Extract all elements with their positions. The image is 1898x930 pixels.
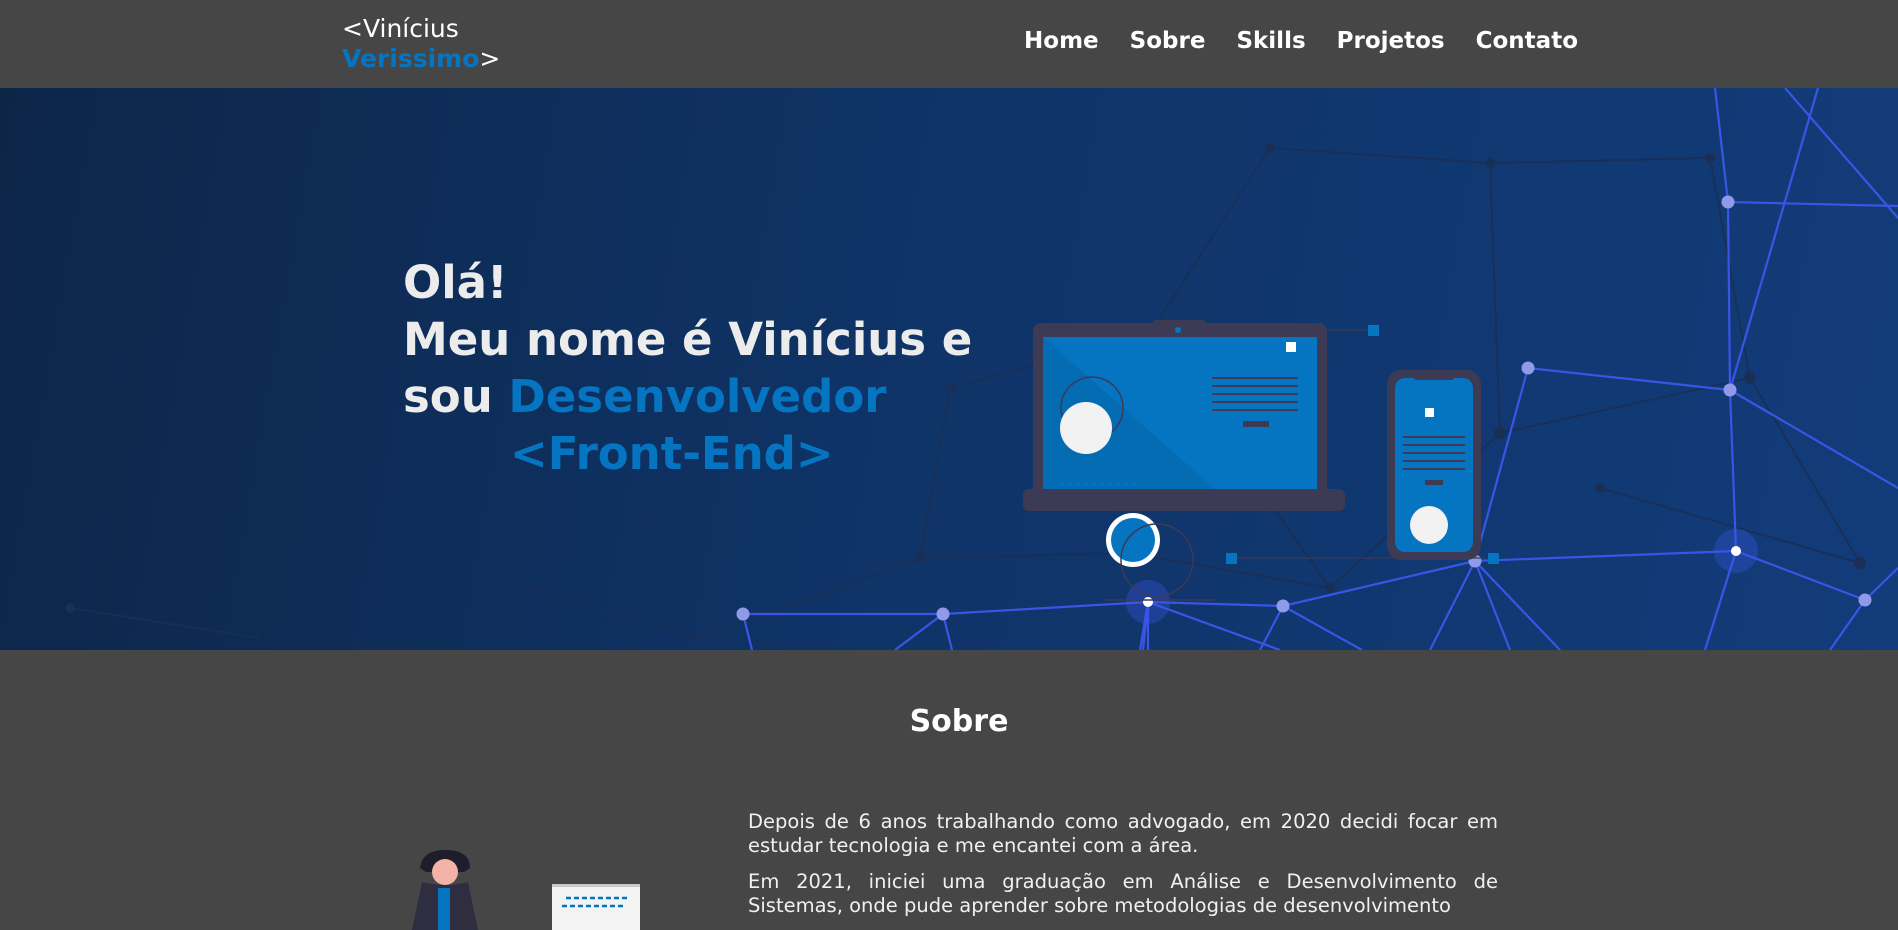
logo-accent: Verissimo — [342, 44, 480, 73]
hero-section: Olá! Meu nome é Vinícius e sou Desenvolv… — [0, 88, 1898, 650]
hero-name-line: Meu nome é Vinícius e — [403, 313, 973, 366]
hero-greeting: Olá! — [403, 256, 508, 309]
nav-skills[interactable]: Skills — [1236, 28, 1305, 54]
hero-role: Desenvolvedor — [508, 370, 887, 423]
nav-contato[interactable]: Contato — [1476, 28, 1578, 54]
devices-illustration — [1023, 320, 1499, 601]
hero-heading: Olá! Meu nome é Vinícius e sou Desenvolv… — [403, 254, 1003, 482]
hero-role-tag: <Front-End> — [510, 427, 834, 480]
hero-sou: sou — [403, 370, 509, 423]
about-text: Depois de 6 anos trabalhando como advoga… — [748, 810, 1498, 930]
nav-sobre[interactable]: Sobre — [1130, 28, 1206, 54]
top-navbar: <Vinícius Verissimo> Home Sobre Skills P… — [0, 0, 1898, 88]
about-paragraph: Depois de 6 anos trabalhando como advoga… — [748, 810, 1498, 857]
person-illustration — [412, 850, 640, 930]
logo-suffix: > — [479, 44, 501, 73]
nav-home[interactable]: Home — [1024, 28, 1099, 54]
about-paragraph: Em 2021, iniciei uma graduação em Anális… — [748, 870, 1498, 917]
about-section: Sobre Depois de 6 anos trabalhando como … — [0, 650, 1898, 930]
site-logo[interactable]: <Vinícius Verissimo> — [342, 14, 500, 74]
logo-prefix: <Vinícius — [342, 14, 459, 43]
main-nav: Home Sobre Skills Projetos Contato — [1024, 28, 1578, 54]
nav-projetos[interactable]: Projetos — [1337, 28, 1445, 54]
about-title: Sobre — [909, 704, 1009, 739]
